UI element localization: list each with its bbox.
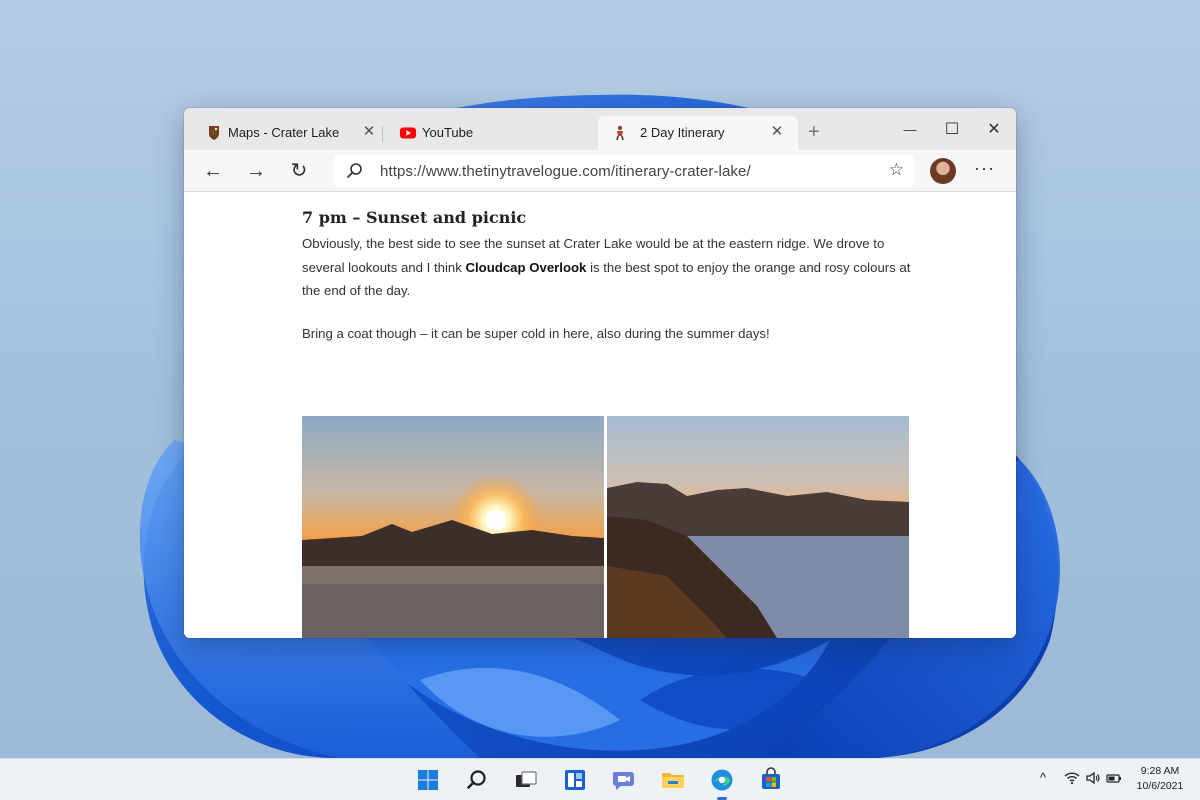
favorite-star-icon[interactable]: ☆	[889, 160, 904, 180]
widgets-icon[interactable]	[561, 766, 589, 794]
tab-maps-crater-lake[interactable]: Maps - Crater Lake ✕	[184, 116, 384, 150]
wifi-icon[interactable]	[1064, 770, 1080, 789]
start-icon[interactable]	[414, 766, 442, 794]
browser-window: Maps - Crater Lake ✕ YouTube ✕ 2 Day Iti…	[184, 108, 1016, 638]
task-view-icon[interactable]	[512, 766, 540, 794]
page-content: 7 pm – Sunset and picnic Obviously, the …	[184, 192, 1016, 638]
more-options-button[interactable]: ···	[974, 158, 995, 179]
address-bar[interactable]: https://www.thetinytravelogue.com/itiner…	[334, 155, 914, 187]
url-text[interactable]: https://www.thetinytravelogue.com/itiner…	[380, 163, 751, 180]
clock-time: 9:28 AM	[1140, 765, 1180, 777]
file-explorer-icon[interactable]	[659, 766, 687, 794]
back-button[interactable]: ←	[198, 158, 228, 184]
minimize-button[interactable]: —	[890, 116, 930, 144]
sunset-photo	[302, 416, 604, 638]
tab-label: Maps - Crater Lake	[228, 125, 340, 140]
traveler-icon	[612, 125, 628, 141]
youtube-icon	[400, 125, 416, 141]
taskbar: ^ 9:28 AM 10/6/2021	[0, 758, 1200, 800]
refresh-button[interactable]: ↻	[284, 158, 314, 184]
tab-label: YouTube	[422, 125, 474, 140]
article-paragraph-2: Bring a coat though – it can be super co…	[302, 326, 770, 341]
search-icon[interactable]	[463, 766, 491, 794]
chat-icon[interactable]	[610, 766, 638, 794]
close-icon[interactable]: ✕	[360, 123, 378, 141]
volume-icon[interactable]	[1085, 770, 1101, 789]
tab-2-day-itinerary[interactable]: 2 Day Itinerary ✕	[598, 116, 798, 150]
store-icon[interactable]	[757, 766, 785, 794]
caldera-cliffs-photo	[607, 416, 909, 638]
battery-icon[interactable]	[1106, 770, 1122, 789]
edge-icon[interactable]	[708, 766, 736, 800]
show-hidden-icons-button[interactable]: ^	[1040, 770, 1046, 785]
forward-button[interactable]: →	[241, 158, 271, 184]
browser-toolbar: ← → ↻ https://www.thetinytravelogue.com/…	[184, 150, 1016, 192]
tab-label: 2 Day Itinerary	[640, 125, 725, 140]
system-clock[interactable]: 9:28 AM 10/6/2021	[1130, 764, 1190, 794]
clock-date: 10/6/2021	[1136, 780, 1184, 792]
article-heading: 7 pm – Sunset and picnic	[302, 208, 527, 227]
close-window-button[interactable]: ✕	[974, 116, 1014, 144]
article-paragraph-1: Obviously, the best side to see the suns…	[302, 232, 922, 303]
close-icon[interactable]: ✕	[768, 123, 786, 141]
search-icon	[346, 162, 364, 180]
new-tab-button[interactable]: +	[808, 122, 820, 142]
maximize-button[interactable]: ☐	[932, 116, 972, 144]
park-service-icon	[206, 125, 222, 141]
tab-strip: Maps - Crater Lake ✕ YouTube ✕ 2 Day Iti…	[184, 108, 1016, 150]
bold-place-name: Cloudcap Overlook	[465, 259, 587, 275]
profile-avatar[interactable]	[930, 158, 956, 184]
